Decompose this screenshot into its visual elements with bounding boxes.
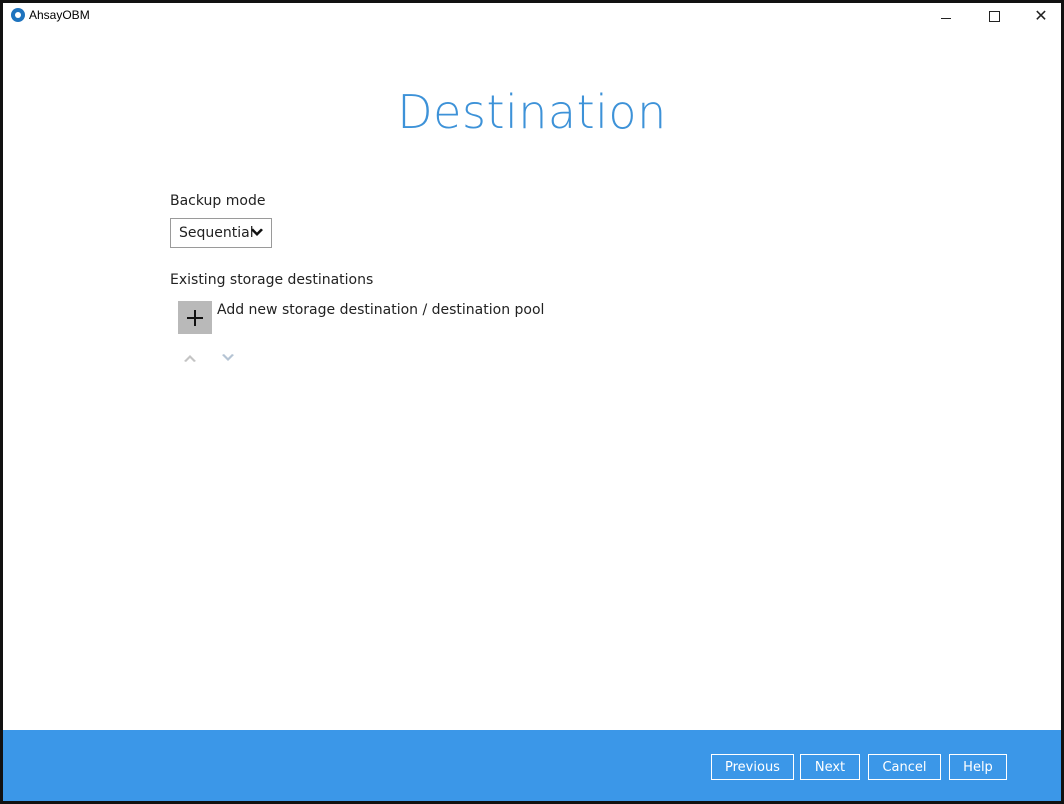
backup-mode-label: Backup mode — [170, 193, 266, 209]
window-title: AhsayOBM — [29, 8, 90, 22]
next-button[interactable]: Next — [800, 754, 860, 780]
close-icon: ✕ — [1034, 6, 1048, 25]
existing-destinations-label: Existing storage destinations — [170, 272, 374, 288]
move-down-arrow-icon[interactable] — [221, 352, 235, 364]
page-title: Destination — [397, 85, 667, 139]
backup-mode-value: Sequential — [179, 225, 254, 241]
title-bar: AhsayOBM ✕ — [3, 3, 1061, 29]
minimize-button[interactable] — [923, 3, 969, 29]
plus-icon — [187, 309, 203, 326]
app-logo-icon — [11, 8, 25, 22]
maximize-icon — [988, 10, 1000, 22]
footer-bar: Previous Next Cancel Help — [3, 730, 1061, 801]
move-up-arrow-icon[interactable] — [183, 352, 197, 364]
previous-button[interactable]: Previous — [711, 754, 794, 780]
add-destination-button[interactable] — [178, 301, 212, 334]
app-window: AhsayOBM ✕ Destination Backup mode Seque… — [0, 0, 1064, 804]
add-destination-link[interactable]: Add new storage destination / destinatio… — [217, 302, 544, 318]
close-button[interactable]: ✕ — [1018, 3, 1064, 29]
cancel-button[interactable]: Cancel — [868, 754, 941, 780]
help-button[interactable]: Help — [949, 754, 1007, 780]
maximize-button[interactable] — [971, 3, 1017, 29]
backup-mode-select[interactable]: Sequential — [170, 218, 272, 248]
minimize-icon — [941, 17, 951, 19]
chevron-down-icon — [251, 228, 263, 236]
